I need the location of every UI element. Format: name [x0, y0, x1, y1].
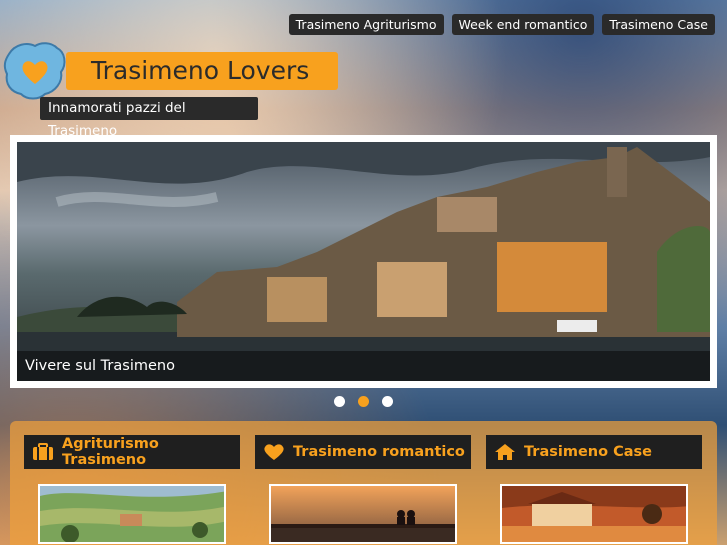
card-agriturismo[interactable]: Agriturismo Trasimeno	[24, 435, 240, 544]
slider-pagination	[334, 396, 393, 407]
slider-dot-1[interactable]	[334, 396, 345, 407]
site-tagline: Innamorati pazzi del Trasimeno	[40, 97, 258, 139]
heart-icon	[264, 444, 284, 460]
countryside-illustration	[40, 486, 224, 542]
nav-link-case[interactable]: Trasimeno Case	[602, 14, 715, 35]
home-icon	[495, 444, 515, 460]
card-case[interactable]: Trasimeno Case	[486, 435, 702, 544]
card-title-agriturismo: Agriturismo Trasimeno	[62, 436, 159, 468]
sunset-pier-illustration	[271, 486, 455, 542]
slider-dot-3[interactable]	[382, 396, 393, 407]
site-title[interactable]: Trasimeno Lovers	[66, 52, 338, 90]
lake-house-illustration	[502, 486, 686, 542]
card-image-sunset-pier[interactable]	[269, 484, 457, 544]
village-illustration	[17, 142, 710, 381]
card-header-romantico[interactable]: Trasimeno romantico	[255, 435, 471, 469]
top-navigation: Trasimeno Agriturismo Week end romantico…	[288, 14, 715, 35]
nav-link-agriturismo[interactable]: Trasimeno Agriturismo	[288, 14, 444, 35]
card-title-romantico: Trasimeno romantico	[293, 444, 465, 460]
card-romantico[interactable]: Trasimeno romantico	[255, 435, 471, 544]
slider-dot-2[interactable]	[358, 396, 369, 407]
suitcase-icon	[33, 443, 53, 460]
nav-link-weekend-romantico[interactable]: Week end romantico	[451, 14, 595, 35]
card-header-agriturismo[interactable]: Agriturismo Trasimeno	[24, 435, 240, 469]
image-slider[interactable]: Vivere sul Trasimeno	[10, 135, 717, 388]
card-image-countryside[interactable]	[38, 484, 226, 544]
card-header-case[interactable]: Trasimeno Case	[486, 435, 702, 469]
card-image-lake-house[interactable]	[500, 484, 688, 544]
card-title-case: Trasimeno Case	[524, 444, 653, 460]
lake-heart-logo-icon[interactable]	[3, 40, 67, 102]
slide-image-lake-village[interactable]: Vivere sul Trasimeno	[17, 142, 710, 381]
slide-caption: Vivere sul Trasimeno	[17, 351, 710, 381]
